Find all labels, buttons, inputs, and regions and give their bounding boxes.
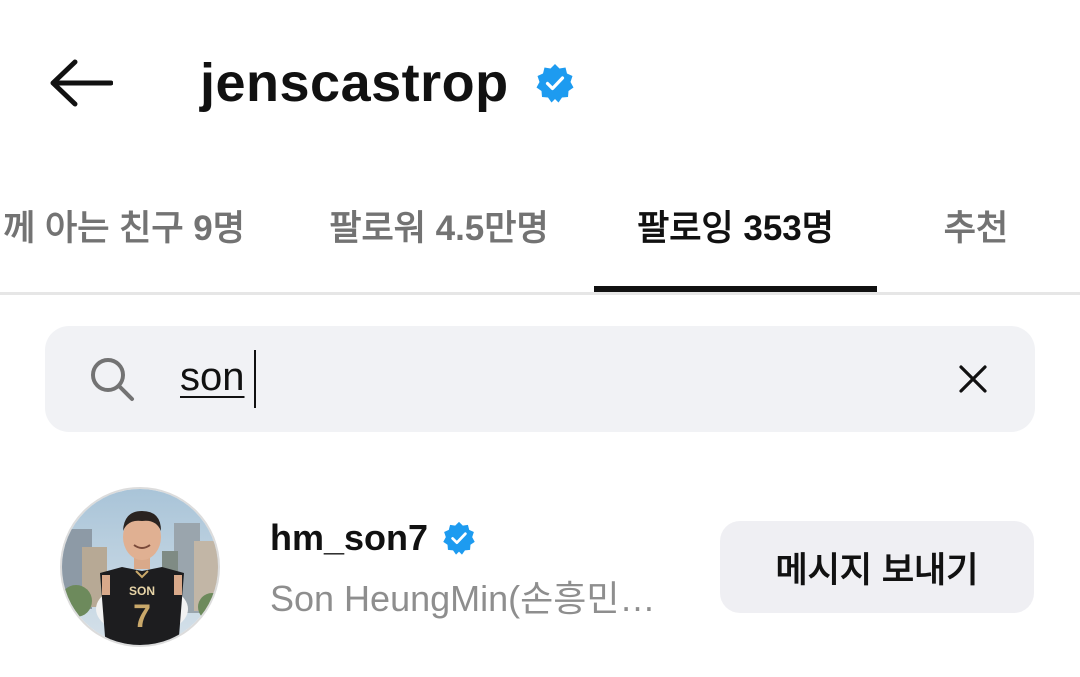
- tab-followers[interactable]: 팔로워 4.5만명: [318, 180, 560, 270]
- tabs-divider: [0, 292, 1080, 295]
- text-cursor: [254, 350, 256, 408]
- tab-mutual-friends[interactable]: 께 아는 친구 9명: [0, 180, 254, 270]
- send-message-button[interactable]: 메시지 보내기: [720, 521, 1034, 613]
- profile-username-title: jenscastrop: [200, 53, 509, 113]
- username-group: hm_son7: [270, 515, 476, 561]
- tab-suggested[interactable]: 추천: [930, 180, 1022, 270]
- jersey-name: SON: [129, 584, 155, 598]
- avatar[interactable]: SON 7: [60, 487, 220, 647]
- search-icon: [91, 358, 134, 401]
- result-username[interactable]: hm_son7: [270, 517, 428, 559]
- tab-following[interactable]: 팔로잉 353명: [594, 180, 877, 270]
- verified-badge-icon: [535, 63, 575, 103]
- back-button[interactable]: [40, 48, 120, 118]
- header: jenscastrop: [0, 0, 1080, 160]
- jersey-number: 7: [133, 598, 151, 634]
- clear-search-button[interactable]: [948, 354, 998, 404]
- search-input[interactable]: son: [180, 355, 245, 400]
- close-icon: [959, 365, 987, 393]
- verified-badge-icon: [442, 521, 476, 555]
- following-list-item[interactable]: SON 7 hm_son7 Son HeungMin(손흥민… 메시지 보내기: [0, 475, 1080, 660]
- arrow-left-icon: [50, 59, 113, 107]
- result-full-name: Son HeungMin(손흥민…: [270, 578, 656, 619]
- follow-tabs: 께 아는 친구 9명 팔로워 4.5만명 팔로잉 353명 추천: [0, 180, 1080, 292]
- profile-title-group: jenscastrop: [200, 48, 575, 118]
